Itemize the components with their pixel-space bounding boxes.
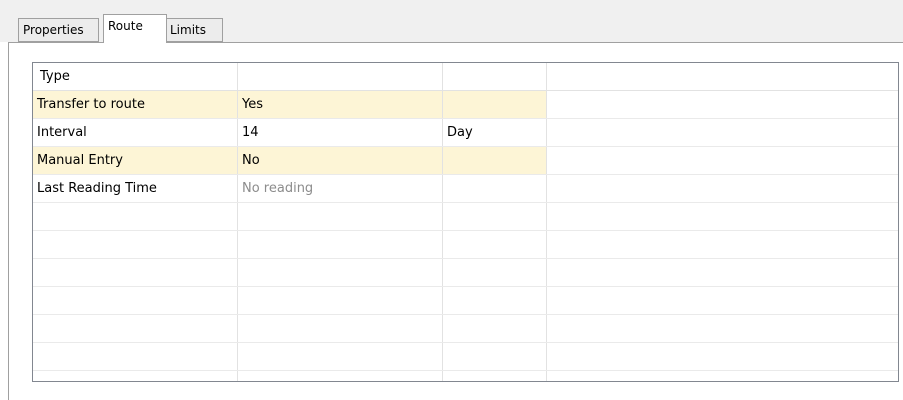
tab-limits[interactable]: Limits xyxy=(165,18,223,42)
row-value[interactable]: 14 xyxy=(238,119,443,146)
row-extra xyxy=(547,91,898,118)
grid-empty-row xyxy=(33,259,898,287)
row-extra xyxy=(547,119,898,146)
column-header-type[interactable]: Type xyxy=(33,63,238,90)
row-extra xyxy=(547,175,898,202)
tab-bar: Properties Limits Route xyxy=(0,0,903,43)
row-extra xyxy=(547,147,898,174)
row-name: Manual Entry xyxy=(33,147,238,174)
property-grid: Type Transfer to route Yes Interval 14 D… xyxy=(32,62,899,382)
row-name: Transfer to route xyxy=(33,91,238,118)
grid-empty-row xyxy=(33,371,898,381)
grid-row-manual-entry[interactable]: Manual Entry No xyxy=(33,147,898,175)
row-unit xyxy=(443,175,547,202)
grid-empty-row xyxy=(33,343,898,371)
grid-empty-row xyxy=(33,231,898,259)
tab-properties[interactable]: Properties xyxy=(18,18,99,42)
column-header-value[interactable] xyxy=(238,63,443,90)
grid-empty-row xyxy=(33,203,898,231)
row-unit xyxy=(443,91,547,118)
grid-header-row: Type xyxy=(33,63,898,91)
column-header-unit[interactable] xyxy=(443,63,547,90)
column-header-extra[interactable] xyxy=(547,63,898,90)
row-value[interactable]: No xyxy=(238,147,443,174)
grid-row-last-reading-time[interactable]: Last Reading Time No reading xyxy=(33,175,898,203)
grid-empty-row xyxy=(33,315,898,343)
row-name: Last Reading Time xyxy=(33,175,238,202)
row-value[interactable]: No reading xyxy=(238,175,443,202)
row-unit: Day xyxy=(443,119,547,146)
row-value[interactable]: Yes xyxy=(238,91,443,118)
row-unit xyxy=(443,147,547,174)
grid-empty-row xyxy=(33,287,898,315)
grid-row-transfer-to-route[interactable]: Transfer to route Yes xyxy=(33,91,898,119)
row-name: Interval xyxy=(33,119,238,146)
grid-row-interval[interactable]: Interval 14 Day xyxy=(33,119,898,147)
tab-route[interactable]: Route xyxy=(103,14,167,43)
